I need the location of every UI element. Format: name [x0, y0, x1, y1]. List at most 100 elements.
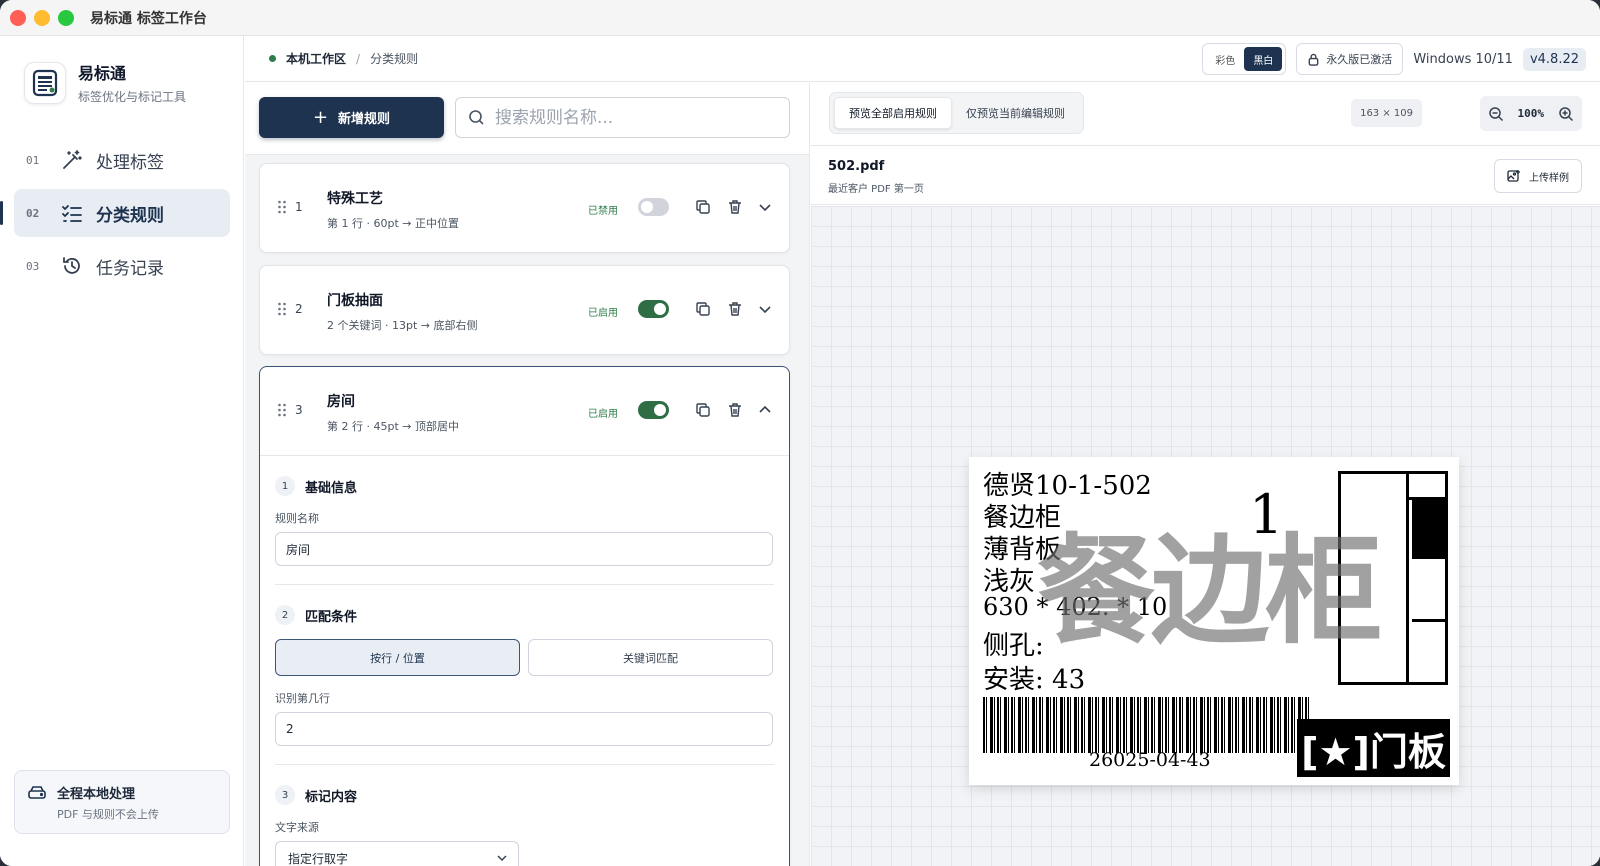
window-controls	[10, 9, 74, 26]
barcode-text: 26025-04-43	[1089, 749, 1211, 771]
label-line: 侧孔:	[983, 631, 1044, 661]
status-dot-icon	[269, 55, 276, 62]
section-divider	[275, 764, 774, 765]
app-window: 易标通 标签工作台 易标通 标签优化与标记工具 01 处理标签 02 分类规则 …	[0, 0, 1600, 866]
copy-icon[interactable]	[695, 402, 711, 418]
rule-status: 已禁用	[588, 206, 618, 217]
rule-index: 3	[295, 403, 303, 417]
rule-card-header[interactable]: 2 门板抽面 2 个关键词 · 13pt → 底部右侧 已启用	[260, 266, 789, 354]
preview-canvas[interactable]: 德贤10-1-502 餐边柜 薄背板 浅灰 630 * 402. * 10 侧孔…	[811, 206, 1600, 866]
top-header: 本机工作区 / 分类规则 彩色 黑白 永久版已激活 Windows 10/11 …	[245, 36, 1600, 82]
section-match-conditions: 2 匹配条件	[275, 605, 774, 625]
nav-number: 02	[26, 206, 40, 220]
version-badge: v4.8.22	[1522, 47, 1586, 71]
chevron-down-icon	[497, 855, 507, 862]
delete-icon[interactable]	[727, 402, 743, 418]
copy-icon[interactable]	[695, 199, 711, 215]
maximize-window-button[interactable]	[58, 9, 74, 26]
lock-icon	[1307, 53, 1320, 66]
rule-card-expanded: 3 房间 第 2 行 · 45pt → 顶部居中 已启用 1 基础信息 规则名称…	[259, 366, 790, 866]
drag-handle-icon[interactable]	[277, 200, 287, 214]
app-logo-icon	[24, 61, 66, 104]
brand-name: 易标通	[78, 64, 127, 83]
checklist-icon	[60, 201, 84, 225]
rule-title: 房间	[327, 394, 355, 410]
preview-toolbar: 预览全部启用规则 仅预览当前编辑规则 163 × 109 100%	[811, 83, 1600, 146]
line-number-input[interactable]: 2	[275, 712, 773, 746]
color-mode-bw-option[interactable]: 黑白	[1244, 47, 1283, 71]
match-mode-keyword-button[interactable]: 关键词匹配	[528, 639, 773, 676]
plus-icon: +	[312, 107, 329, 128]
image-upload-icon	[1507, 170, 1520, 182]
rule-name-input[interactable]: 房间	[275, 532, 773, 566]
label-dimensions: 163 × 109	[1351, 99, 1422, 127]
brand: 易标通 标签优化与标记工具	[24, 60, 186, 105]
title-bar: 易标通 标签工作台	[0, 0, 1600, 36]
rule-card[interactable]: 1 特殊工艺 第 1 行 · 60pt → 正中位置 已禁用	[259, 163, 790, 253]
rule-index: 1	[295, 200, 303, 214]
zoom-control: 100%	[1479, 96, 1582, 131]
local-card-title: 全程本地处理	[57, 787, 136, 802]
drag-handle-icon[interactable]	[277, 403, 287, 417]
close-window-button[interactable]	[10, 9, 26, 26]
section-title: 基础信息	[305, 480, 358, 496]
sidebar-nav: 01 处理标签 02 分类规则 03 任务记录	[0, 136, 230, 295]
rule-enable-toggle[interactable]	[638, 401, 669, 419]
color-mode-color-option[interactable]: 彩色	[1206, 47, 1244, 71]
brand-subtitle: 标签优化与标记工具	[78, 90, 187, 104]
chevron-up-icon[interactable]	[757, 402, 773, 418]
section-number: 1	[275, 476, 295, 496]
zoom-in-icon[interactable]	[1558, 106, 1574, 122]
header-actions: 彩色 黑白 永久版已激活 Windows 10/11 v4.8.22	[1202, 43, 1586, 75]
text-source-select[interactable]: 指定行取字	[275, 841, 519, 866]
minimize-window-button[interactable]	[34, 9, 50, 26]
preview-mode-tabs: 预览全部启用规则 仅预览当前编辑规则	[829, 92, 1084, 134]
rule-card[interactable]: 2 门板抽面 2 个关键词 · 13pt → 底部右侧 已启用	[259, 265, 790, 355]
add-rule-label: 新增规则	[338, 112, 391, 127]
rule-card-header[interactable]: 1 特殊工艺 第 1 行 · 60pt → 正中位置 已禁用	[260, 164, 789, 252]
sidebar-item-task-history[interactable]: 03 任务记录	[14, 242, 230, 290]
delete-icon[interactable]	[727, 199, 743, 215]
text-source-label: 文字来源	[275, 821, 319, 834]
rule-card-header[interactable]: 3 房间 第 2 行 · 45pt → 顶部居中 已启用	[260, 367, 789, 455]
upload-sample-button[interactable]: 上传样例	[1494, 159, 1582, 193]
add-rule-button[interactable]: + 新增规则	[259, 97, 444, 138]
rules-panel: + 新增规则 1 特殊工艺 第 1 行 · 60pt → 正中位置 已禁用	[245, 83, 810, 866]
drag-handle-icon[interactable]	[277, 302, 287, 316]
tab-preview-current[interactable]: 仅预览当前编辑规则	[952, 97, 1079, 129]
rule-name-label: 规则名称	[275, 512, 319, 525]
rule-enable-toggle[interactable]	[638, 300, 669, 318]
search-input[interactable]	[495, 107, 775, 128]
rules-toolbar: + 新增规则	[245, 83, 809, 155]
match-mode-line-button[interactable]: 按行 / 位置	[275, 639, 520, 676]
local-processing-card: 全程本地处理 PDF 与规则不会上传	[14, 770, 230, 834]
breadcrumb-root[interactable]: 本机工作区	[286, 50, 346, 67]
local-card-subtitle: PDF 与规则不会上传	[57, 808, 159, 821]
tab-preview-all[interactable]: 预览全部启用规则	[834, 97, 952, 129]
rule-editor: 1 基础信息 规则名称 房间 2 匹配条件 按行 / 位置 关键词匹配 识别第几…	[260, 455, 789, 866]
rule-index: 2	[295, 302, 303, 316]
rule-status: 已启用	[588, 409, 618, 420]
window-title: 易标通 标签工作台	[90, 10, 207, 27]
chevron-down-icon[interactable]	[757, 199, 773, 215]
license-badge[interactable]: 永久版已激活	[1296, 43, 1404, 75]
breadcrumb-current: 分类规则	[370, 52, 419, 66]
zoom-out-icon[interactable]	[1488, 106, 1504, 122]
hard-drive-icon	[27, 783, 47, 821]
delete-icon[interactable]	[727, 301, 743, 317]
copy-icon[interactable]	[695, 301, 711, 317]
color-mode-toggle: 彩色 黑白	[1202, 43, 1287, 75]
rule-summary: 2 个关键词 · 13pt → 底部右侧	[327, 319, 478, 332]
rule-status: 已启用	[588, 308, 618, 319]
license-text: 永久版已激活	[1326, 53, 1393, 66]
rule-enable-toggle[interactable]	[638, 198, 669, 216]
sidebar-item-classification-rules[interactable]: 02 分类规则	[0, 189, 230, 237]
section-basic-info: 1 基础信息	[275, 476, 774, 496]
label-mark-badge: [★]门板	[1297, 719, 1450, 777]
chevron-down-icon[interactable]	[757, 301, 773, 317]
file-description: 最近客户 PDF 第一页	[828, 184, 924, 195]
sidebar-item-process-labels[interactable]: 01 处理标签	[14, 136, 230, 184]
history-icon	[60, 254, 84, 278]
rule-summary: 第 2 行 · 45pt → 顶部居中	[327, 420, 459, 433]
rule-summary: 第 1 行 · 60pt → 正中位置	[327, 217, 459, 230]
